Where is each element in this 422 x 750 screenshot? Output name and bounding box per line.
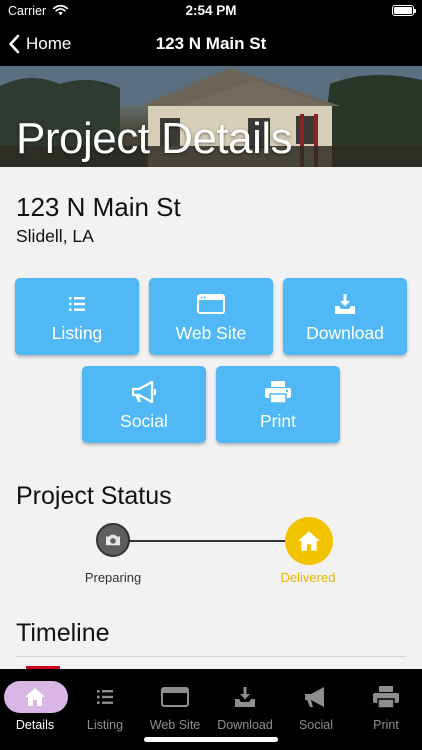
print-button-label: Print — [260, 411, 296, 431]
print-button[interactable]: Print — [216, 366, 340, 443]
printer-icon — [373, 686, 399, 709]
property-address: 123 N Main St — [16, 192, 181, 222]
website-button[interactable]: Web Site — [149, 278, 273, 355]
printer-icon — [265, 381, 291, 404]
camera-icon — [106, 534, 120, 546]
status-bar: Carrier 2:54 PM — [0, 0, 422, 22]
nav-title: 123 N Main St — [155, 34, 267, 53]
hero-title: Project Details — [16, 114, 293, 163]
list-icon — [69, 297, 85, 311]
listing-button[interactable]: Listing — [15, 278, 139, 355]
property-city: Slidell, LA — [16, 226, 94, 246]
tab-details-label: Details — [15, 718, 55, 732]
tab-listing-label: Listing — [86, 718, 124, 732]
home-icon — [298, 531, 320, 551]
tab-website-label: Web Site — [149, 718, 201, 732]
tab-details[interactable]: Details — [0, 669, 70, 739]
tab-print-label: Print — [373, 718, 399, 732]
status-label-preparing: Preparing — [84, 570, 142, 585]
browser-window-icon — [197, 294, 225, 314]
tab-social-label: Social — [298, 718, 334, 732]
listing-button-label: Listing — [51, 323, 103, 343]
battery-level — [394, 7, 412, 14]
tab-print[interactable]: Print — [351, 669, 421, 739]
tab-social[interactable]: Social — [281, 669, 351, 739]
hero-banner: Project Details — [0, 66, 422, 167]
megaphone-icon — [131, 380, 157, 404]
status-node-delivered — [285, 517, 333, 565]
battery-icon — [392, 5, 416, 16]
tab-website[interactable]: Web Site — [140, 669, 210, 739]
clock: 2:54 PM — [185, 3, 237, 18]
tab-listing[interactable]: Listing — [70, 669, 140, 739]
browser-window-icon — [161, 687, 189, 707]
website-button-label: Web Site — [175, 323, 247, 343]
status-node-preparing — [96, 523, 130, 557]
home-icon — [25, 688, 45, 706]
download-button-label: Download — [306, 323, 384, 343]
home-indicator[interactable] — [144, 737, 278, 742]
download-tray-icon — [335, 294, 355, 314]
timeline-title: Timeline — [16, 619, 110, 647]
list-icon — [97, 690, 113, 704]
project-status-title: Project Status — [16, 482, 172, 510]
megaphone-icon — [305, 687, 324, 707]
tab-download[interactable]: Download — [210, 669, 280, 739]
download-tray-icon — [235, 687, 255, 707]
status-track — [113, 540, 309, 542]
download-button[interactable]: Download — [283, 278, 407, 355]
social-button[interactable]: Social — [82, 366, 206, 443]
tab-download-label: Download — [217, 718, 273, 732]
timeline-divider — [16, 656, 406, 657]
top-bar: Carrier 2:54 PM Home 123 N Main St — [0, 0, 422, 66]
social-button-label: Social — [120, 411, 168, 431]
status-label-delivered: Delivered — [280, 570, 336, 585]
